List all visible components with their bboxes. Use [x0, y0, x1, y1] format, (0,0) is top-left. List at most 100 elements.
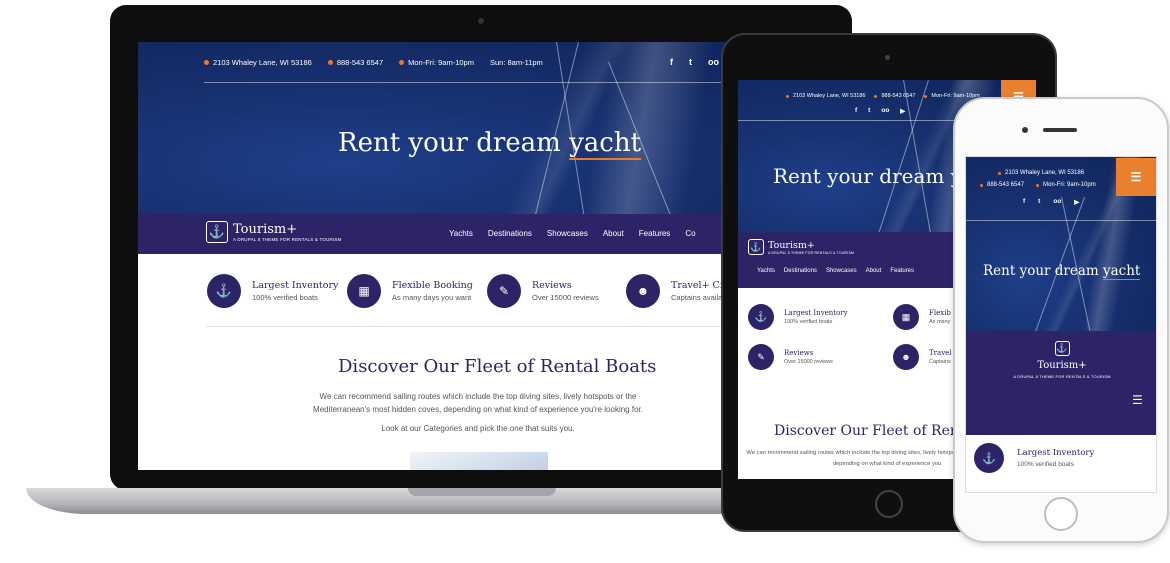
menu-item-destinations[interactable]: Destinations — [784, 268, 817, 274]
tripadvisor-icon[interactable]: oo — [881, 107, 889, 115]
menu-item-features[interactable]: Features — [890, 268, 914, 274]
fleet-section-cta-text: Look at our Categories and pick the one … — [381, 424, 575, 433]
logo-name: Tourism+ — [233, 221, 298, 237]
tripadvisor-icon[interactable]: oo — [1053, 198, 1061, 206]
hours-text: Mon-Fri: 9am-10pm — [408, 58, 474, 67]
sunday-hours-text: Sun: 8am-11pm — [489, 58, 543, 67]
phone-speaker — [1043, 128, 1077, 132]
tablet-main-menu: Yachts Destinations Showcases About Feat… — [757, 268, 914, 274]
tablet-feature-flexible-booking: ▦ Flexib As many — [893, 304, 951, 330]
menu-item-showcases[interactable]: Showcases — [547, 229, 588, 238]
phone-camera — [1022, 127, 1028, 133]
feature-title: Travel — [929, 349, 952, 357]
hours-text: Mon-Fri: 9am-10pm — [1043, 182, 1096, 188]
calendar-icon: ▦ — [893, 304, 919, 330]
logo-name: Tourism+ — [768, 239, 815, 251]
tablet-feature-reviews: ✎ Reviews Over 15000 reviews — [748, 344, 833, 370]
address-info: 2103 Whaley Lane, WI 53186 — [204, 58, 312, 67]
anchor-icon: ⚓ — [207, 274, 241, 308]
clock-icon — [399, 60, 405, 65]
hero-title: Rent your dream yacht — [338, 128, 642, 160]
hero-title-highlight: yacht — [1102, 263, 1141, 280]
tablet-home-button[interactable] — [875, 490, 903, 518]
hero-title-text: Rent your dream — [983, 263, 1103, 279]
phone-nav-hamburger-icon[interactable]: ☰ — [1132, 393, 1143, 407]
menu-item-contact[interactable]: Co — [685, 229, 695, 238]
feature-title: Reviews — [532, 280, 572, 291]
tablet-info-bar: 2103 Whaley Lane, WI 53186 888-543 6547 … — [786, 93, 980, 99]
phone-phone-info[interactable]: 888-543 6547 — [980, 182, 1024, 188]
laptop-notch — [408, 488, 556, 496]
menu-item-yachts[interactable]: Yachts — [757, 268, 775, 274]
twitter-icon[interactable]: t — [868, 107, 870, 115]
menu-item-about[interactable]: About — [603, 229, 624, 238]
feature-title: Largest Inventory — [784, 309, 848, 317]
feature-subtitle: Captains — [929, 359, 951, 365]
feature-title: Reviews — [784, 349, 814, 357]
pencil-icon: ✎ — [487, 274, 521, 308]
pencil-icon: ✎ — [748, 344, 774, 370]
hours-info: Mon-Fri: 9am-10pm — [399, 58, 474, 67]
phone-hero-title: Rent your dream yacht — [983, 263, 1141, 280]
tablet-fleet-section-title: Discover Our Fleet of Renta — [774, 423, 973, 439]
boat-category-image[interactable] — [410, 452, 548, 470]
facebook-icon[interactable]: f — [855, 107, 857, 115]
phone-site-logo[interactable]: ⚓ Tourism+ A Drupal 8 theme for rentals … — [966, 341, 1156, 379]
phone-hours-info: Mon-Fri: 9am-10pm — [1036, 182, 1096, 188]
logo-name: Tourism+ — [1037, 360, 1087, 371]
anchor-logo-icon: ⚓ — [206, 221, 228, 243]
fleet-section-title: Discover Our Fleet of Rental Boats — [338, 356, 657, 377]
top-info-bar: 2103 Whaley Lane, WI 53186 888-543 6547 … — [204, 58, 543, 67]
clock-icon — [1036, 183, 1040, 187]
main-menu: Yachts Destinations Showcases About Feat… — [449, 229, 696, 238]
phone-social-links: f t oo ▶ — [1023, 198, 1079, 206]
phone-contact-row: 888-543 6547 Mon-Fri: 9am-10pm — [980, 182, 1096, 188]
tablet-hero-title: Rent your dream y — [773, 164, 963, 188]
address-text: 2103 Whaley Lane, WI 53186 — [1005, 170, 1085, 176]
menu-item-features[interactable]: Features — [639, 229, 671, 238]
feature-subtitle: 100% verified boats — [1017, 461, 1075, 468]
hero-title-text: Rent your dream — [338, 128, 570, 158]
youtube-icon[interactable]: ▶ — [1074, 198, 1079, 206]
tablet-phone-info[interactable]: 888-543 6547 — [874, 93, 915, 99]
menu-item-about[interactable]: About — [866, 268, 882, 274]
phone-header-divider — [966, 220, 1156, 221]
anchor-logo-icon: ⚓ — [1054, 341, 1070, 356]
menu-item-showcases[interactable]: Showcases — [826, 268, 857, 274]
facebook-icon[interactable]: f — [670, 57, 673, 67]
tablet-address-info: 2103 Whaley Lane, WI 53186 — [786, 93, 865, 99]
phone-text: 888-543 6547 — [336, 58, 384, 67]
youtube-icon[interactable]: ▶ — [900, 107, 905, 115]
phone-address-row: 2103 Whaley Lane, WI 53186 — [998, 170, 1084, 176]
phone-menu-toggle[interactable]: ☰ — [1116, 158, 1156, 196]
anchor-logo-icon: ⚓ — [748, 239, 764, 255]
twitter-icon[interactable]: t — [1038, 198, 1040, 206]
group-icon: ☻ — [626, 274, 660, 308]
tablet-feature-largest-inventory: ⚓ Largest Inventory 100% verified boats — [748, 304, 848, 330]
site-logo[interactable]: ⚓ Tourism+ A Drupal 8 theme for rentals … — [206, 221, 342, 243]
menu-item-destinations[interactable]: Destinations — [488, 229, 532, 238]
location-icon — [204, 60, 209, 65]
tripadvisor-icon[interactable]: oo — [708, 57, 719, 67]
logo-tagline: A Drupal 8 theme for rentals & tourism — [768, 250, 855, 255]
feature-title: Flexible Booking — [392, 280, 473, 291]
tablet-camera — [885, 55, 890, 60]
tablet-site-logo[interactable]: ⚓ Tourism+ A Drupal 8 theme for rentals … — [748, 239, 854, 255]
social-links: f t oo — [670, 57, 719, 67]
feature-flexible-booking: ▦ Flexible Booking As many days you want — [347, 274, 473, 308]
phone-feature-largest-inventory: ⚓ Largest Inventory 100% verified boats — [974, 443, 1094, 473]
laptop-camera — [478, 18, 484, 24]
feature-subtitle: As many — [929, 319, 951, 325]
phone-text: 888-543 6547 — [881, 93, 916, 99]
phone-home-button[interactable] — [1044, 497, 1078, 531]
phone-info[interactable]: 888-543 6547 — [327, 58, 384, 67]
phone-text: 888-543 6547 — [987, 182, 1025, 188]
logo-tagline: A Drupal 8 theme for rentals & tourism — [233, 236, 342, 242]
group-icon: ☻ — [893, 344, 919, 370]
feature-largest-inventory: ⚓ Largest Inventory 100% verified boats — [207, 274, 338, 308]
facebook-icon[interactable]: f — [1023, 198, 1025, 206]
tablet-social-links: f t oo ▶ — [855, 107, 905, 115]
menu-item-yachts[interactable]: Yachts — [449, 229, 473, 238]
logo-tagline: A Drupal 8 theme for rentals & tourism — [1013, 374, 1111, 379]
twitter-icon[interactable]: t — [689, 57, 692, 67]
